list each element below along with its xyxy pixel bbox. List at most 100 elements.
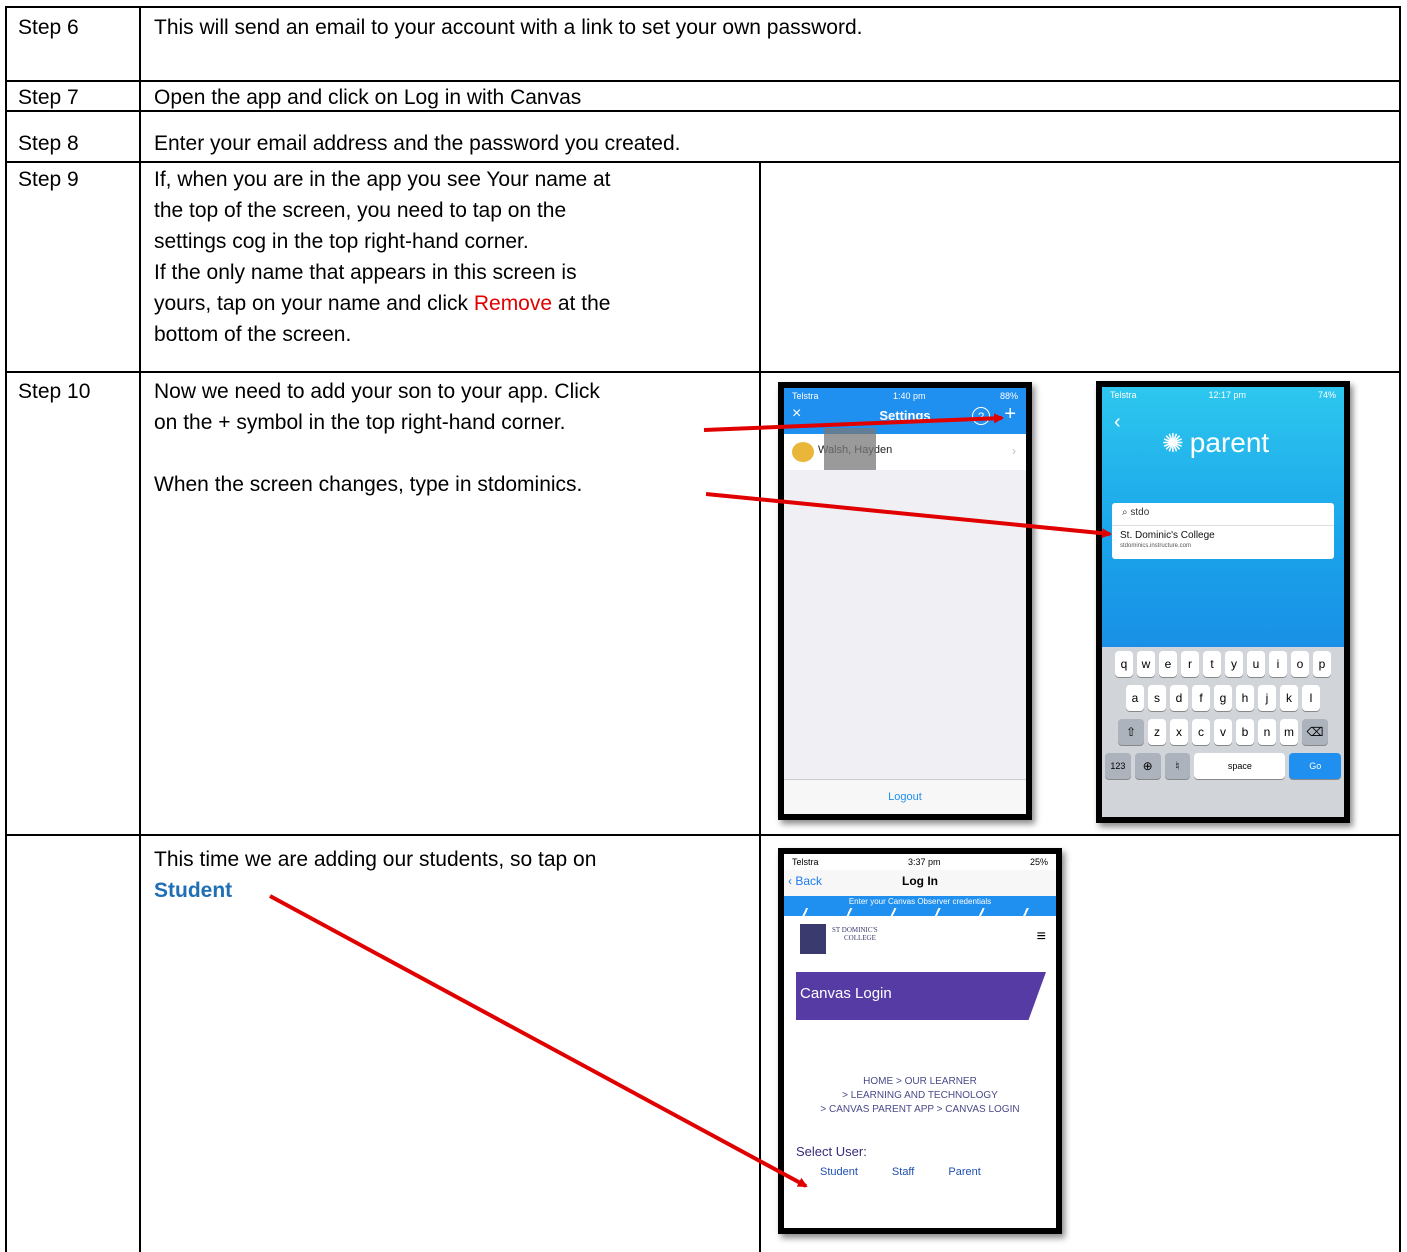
keyboard-key[interactable]: c (1192, 719, 1210, 745)
step-label: Step 8 (18, 132, 79, 155)
school-sub-line: COLLEGE (844, 934, 876, 942)
hamburger-menu-icon[interactable]: ≡ (1037, 928, 1046, 946)
keyboard-key[interactable]: q (1115, 651, 1133, 677)
table-border-top (5, 6, 1401, 8)
space-key[interactable]: space (1194, 753, 1286, 779)
numbers-key[interactable]: 123 (1105, 753, 1131, 779)
banner-stripe (784, 908, 1056, 916)
status-bar: Telstra 12:17 pm 74% (1102, 387, 1344, 403)
text-line: If the only name that appears in this sc… (154, 261, 577, 284)
battery: 88% (999, 391, 1018, 401)
battery: 25% (1029, 857, 1048, 867)
text-segment: yours, tap on your name and click (154, 292, 474, 315)
table-border-left (5, 6, 7, 1252)
add-icon[interactable]: + (1004, 403, 1016, 426)
keyboard-row: asdfghjkl (1105, 685, 1341, 711)
keyboard-row: 123 ⊕ ♮ space Go (1105, 753, 1341, 779)
backspace-icon[interactable]: ⌫ (1302, 719, 1328, 745)
keyboard-key[interactable]: g (1214, 685, 1232, 711)
parent-logo: ✺ parent (1162, 427, 1269, 459)
keyboard-key[interactable]: z (1148, 719, 1166, 745)
column-divider-inner (759, 161, 761, 1252)
phone-login-screenshot: Telstra 3:37 pm 25% ‹ Back Log In Enter … (778, 848, 1062, 1234)
back-chevron-icon[interactable]: ‹ (1114, 411, 1121, 434)
text-line: Now we need to add your son to your app.… (154, 380, 600, 403)
text-segment: at the (552, 292, 611, 315)
step-label: Step 7 (18, 86, 79, 109)
chevron-right-icon: › (1012, 444, 1016, 458)
text-line: This time we are adding our students, so… (154, 848, 597, 871)
school-name: ST DOMINIC'S COLLEGE (832, 926, 878, 942)
step-text: Enter your email address and the passwor… (154, 132, 681, 155)
globe-icon[interactable]: ⊕ (1134, 753, 1161, 779)
row-divider (5, 161, 1401, 163)
text-line: the top of the screen, you need to tap o… (154, 199, 567, 222)
keyboard-key[interactable]: t (1203, 651, 1221, 677)
parent-option[interactable]: Parent (948, 1166, 980, 1178)
keyboard-key[interactable]: p (1313, 651, 1331, 677)
microphone-icon[interactable]: ♮ (1164, 753, 1191, 779)
step-10-text: Now we need to add your son to your app.… (154, 376, 754, 500)
step-9-text: If, when you are in the app you see Your… (154, 164, 754, 350)
keyboard-key[interactable]: y (1225, 651, 1243, 677)
remove-word: Remove (473, 292, 553, 315)
text-line: yours, tap on your name and click Remove… (154, 288, 754, 319)
avatar (792, 442, 814, 462)
status-bar: Telstra 1:40 pm 88% (784, 388, 1026, 404)
keyboard-key[interactable]: u (1247, 651, 1265, 677)
keyboard-row: qwertyuiop (1105, 651, 1341, 677)
text-line: settings cog in the top right-hand corne… (154, 230, 529, 253)
nav-bar: ‹ Back Log In (784, 870, 1056, 897)
keyboard-key[interactable]: w (1137, 651, 1155, 677)
keyboard-key[interactable]: o (1291, 651, 1309, 677)
canvas-logo-icon: ✺ (1162, 428, 1184, 458)
keyboard-key[interactable]: e (1159, 651, 1177, 677)
keyboard-key[interactable]: j (1258, 685, 1276, 711)
help-icon[interactable]: ? (972, 407, 990, 425)
credentials-banner: Enter your Canvas Observer credentials (784, 896, 1056, 916)
table-border-right (1399, 6, 1401, 1252)
keyboard-key[interactable]: l (1302, 685, 1320, 711)
keyboard-key[interactable]: m (1280, 719, 1298, 745)
breadcrumb-line[interactable]: > CANVAS PARENT APP > CANVAS LOGIN (784, 1104, 1056, 1115)
keyboard-key[interactable]: f (1192, 685, 1210, 711)
keyboard-row: ⇧ z x c v b n m ⌫ (1105, 719, 1341, 745)
keyboard-key[interactable]: r (1181, 651, 1199, 677)
student-row[interactable]: Walsh, Hayden › (784, 428, 1026, 478)
go-key[interactable]: Go (1289, 753, 1341, 779)
search-input[interactable]: ⌕ stdo (1122, 507, 1149, 518)
keyboard-key[interactable]: i (1269, 651, 1287, 677)
keyboard-key[interactable]: n (1258, 719, 1276, 745)
keyboard-key[interactable]: x (1170, 719, 1188, 745)
battery: 74% (1317, 390, 1336, 400)
search-value: stdo (1130, 507, 1150, 518)
banner-text: Enter your Canvas Observer credentials (848, 897, 992, 906)
shift-icon[interactable]: ⇧ (1118, 719, 1144, 745)
breadcrumb-line[interactable]: > LEARNING AND TECHNOLOGY (784, 1090, 1056, 1101)
clock: 3:37 pm (907, 857, 941, 867)
clock: 12:17 pm (1208, 390, 1247, 400)
arrow-to-student-option (269, 894, 808, 1188)
canvas-login-header: Canvas Login (796, 972, 1046, 1020)
search-result-name[interactable]: St. Dominic's College (1120, 530, 1215, 541)
search-result-url: stdominics.instructure.com (1120, 543, 1192, 549)
step-11-text: This time we are adding our students, so… (154, 844, 754, 906)
canvas-login-heading: Canvas Login (800, 985, 892, 1002)
logout-button[interactable]: Logout (784, 779, 1026, 814)
user-options: Student Staff Parent (820, 1166, 981, 1178)
keyboard-key[interactable]: b (1236, 719, 1254, 745)
phone-parent-screenshot: Telstra 12:17 pm 74% ‹ ✺ parent ⌕ stdo St… (1096, 381, 1350, 823)
keyboard-key[interactable]: k (1280, 685, 1298, 711)
keyboard-key[interactable]: h (1236, 685, 1254, 711)
text-line: If, when you are in the app you see Your… (154, 168, 611, 191)
keyboard-key[interactable]: d (1170, 685, 1188, 711)
breadcrumb-line[interactable]: HOME > OUR LEARNER (784, 1076, 1056, 1087)
empty-list-area (784, 470, 1026, 780)
staff-option[interactable]: Staff (892, 1166, 914, 1178)
keyboard-key[interactable]: v (1214, 719, 1232, 745)
login-title: Log In (902, 874, 938, 888)
student-option[interactable]: Student (820, 1166, 858, 1178)
column-divider (139, 6, 141, 1252)
keyboard-key[interactable]: a (1126, 685, 1144, 711)
keyboard-key[interactable]: s (1148, 685, 1166, 711)
